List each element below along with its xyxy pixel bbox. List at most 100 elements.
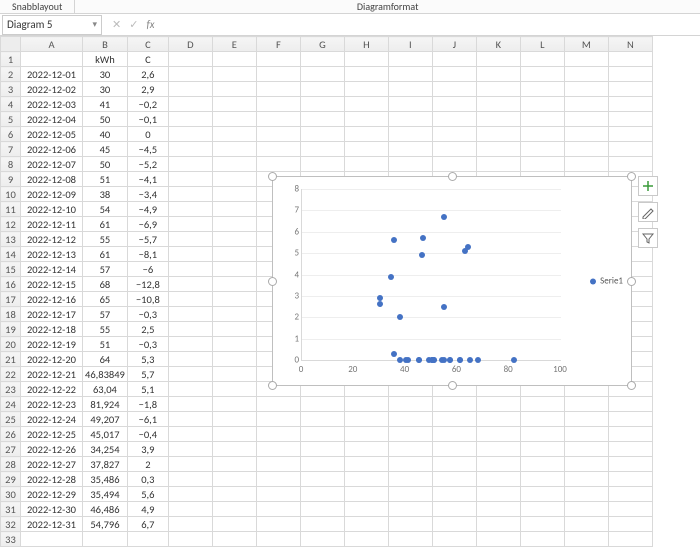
cell[interactable]: [212, 262, 256, 277]
row-header[interactable]: 19: [1, 322, 21, 337]
cell[interactable]: [476, 112, 520, 127]
cell[interactable]: 5,1: [127, 382, 168, 397]
row-header[interactable]: 23: [1, 382, 21, 397]
cell[interactable]: [388, 427, 432, 442]
cell[interactable]: [212, 112, 256, 127]
cell[interactable]: 2022-12-20: [21, 352, 83, 367]
column-header[interactable]: H: [344, 37, 388, 52]
cell[interactable]: [344, 397, 388, 412]
cell[interactable]: [168, 262, 212, 277]
cell[interactable]: [212, 67, 256, 82]
row-header[interactable]: 4: [1, 97, 21, 112]
row-header[interactable]: 28: [1, 457, 21, 472]
row-header[interactable]: 5: [1, 112, 21, 127]
cell[interactable]: [476, 142, 520, 157]
cell[interactable]: [344, 52, 388, 67]
cell[interactable]: [432, 457, 476, 472]
cell[interactable]: 2022-12-25: [21, 427, 83, 442]
cell[interactable]: 2022-12-03: [21, 97, 83, 112]
cell[interactable]: [168, 247, 212, 262]
cell[interactable]: 2022-12-27: [21, 457, 83, 472]
chart-plot-area[interactable]: [301, 189, 561, 361]
data-point[interactable]: [447, 357, 453, 363]
data-point[interactable]: [457, 357, 463, 363]
row-header[interactable]: 7: [1, 142, 21, 157]
cell[interactable]: [168, 157, 212, 172]
cell[interactable]: 2022-12-15: [21, 277, 83, 292]
cell[interactable]: [256, 427, 300, 442]
cell[interactable]: [256, 412, 300, 427]
row-header[interactable]: 16: [1, 277, 21, 292]
cell[interactable]: [476, 487, 520, 502]
cell[interactable]: [520, 427, 564, 442]
cell[interactable]: [608, 52, 652, 67]
row-header[interactable]: 3: [1, 82, 21, 97]
cancel-icon[interactable]: ✕: [112, 18, 121, 31]
cell[interactable]: [212, 397, 256, 412]
cell[interactable]: kWh: [83, 52, 128, 67]
cell[interactable]: −3,4: [127, 187, 168, 202]
cell[interactable]: [212, 352, 256, 367]
cell[interactable]: [212, 442, 256, 457]
row-header[interactable]: 26: [1, 427, 21, 442]
cell[interactable]: [432, 472, 476, 487]
row-header[interactable]: 20: [1, 337, 21, 352]
cell[interactable]: [564, 142, 608, 157]
cell[interactable]: [476, 67, 520, 82]
cell[interactable]: [168, 382, 212, 397]
cell[interactable]: 35,494: [83, 487, 128, 502]
cell[interactable]: −6,9: [127, 217, 168, 232]
cell[interactable]: 5,3: [127, 352, 168, 367]
data-point[interactable]: [377, 301, 383, 307]
cell[interactable]: 2022-12-12: [21, 232, 83, 247]
cell[interactable]: [212, 412, 256, 427]
cell[interactable]: [388, 502, 432, 517]
cell[interactable]: 50: [83, 157, 128, 172]
cell[interactable]: [256, 67, 300, 82]
column-header[interactable]: G: [300, 37, 344, 52]
cell[interactable]: [168, 427, 212, 442]
cell[interactable]: [476, 442, 520, 457]
data-point[interactable]: [397, 357, 403, 363]
cell[interactable]: [476, 127, 520, 142]
cell[interactable]: [168, 517, 212, 532]
column-header[interactable]: J: [432, 37, 476, 52]
cell[interactable]: [476, 157, 520, 172]
cell[interactable]: −4,1: [127, 172, 168, 187]
chart-filter-button[interactable]: [638, 228, 658, 248]
column-header[interactable]: M: [564, 37, 608, 52]
cell[interactable]: 34,254: [83, 442, 128, 457]
resize-handle[interactable]: [268, 172, 277, 181]
cell[interactable]: [476, 82, 520, 97]
column-header[interactable]: E: [212, 37, 256, 52]
cell[interactable]: [476, 502, 520, 517]
cell[interactable]: [256, 52, 300, 67]
cell[interactable]: 37,827: [83, 457, 128, 472]
cell[interactable]: [212, 292, 256, 307]
cell[interactable]: [168, 472, 212, 487]
cell[interactable]: [432, 412, 476, 427]
cell[interactable]: 2022-12-04: [21, 112, 83, 127]
resize-handle[interactable]: [268, 277, 277, 286]
cell[interactable]: [344, 97, 388, 112]
resize-handle[interactable]: [448, 381, 457, 390]
cell[interactable]: [608, 397, 652, 412]
cell[interactable]: 51: [83, 172, 128, 187]
cell[interactable]: [212, 52, 256, 67]
cell[interactable]: [212, 142, 256, 157]
cell[interactable]: [344, 427, 388, 442]
cell[interactable]: [300, 427, 344, 442]
cell[interactable]: [564, 127, 608, 142]
cell[interactable]: [168, 232, 212, 247]
column-header[interactable]: N: [608, 37, 652, 52]
cell[interactable]: [388, 442, 432, 457]
data-point[interactable]: [416, 357, 422, 363]
cell[interactable]: [564, 397, 608, 412]
row-header[interactable]: 17: [1, 292, 21, 307]
cell[interactable]: [564, 517, 608, 532]
cell[interactable]: [168, 217, 212, 232]
cell[interactable]: 2022-12-28: [21, 472, 83, 487]
cell[interactable]: [168, 307, 212, 322]
cell[interactable]: [432, 112, 476, 127]
cell[interactable]: [344, 517, 388, 532]
